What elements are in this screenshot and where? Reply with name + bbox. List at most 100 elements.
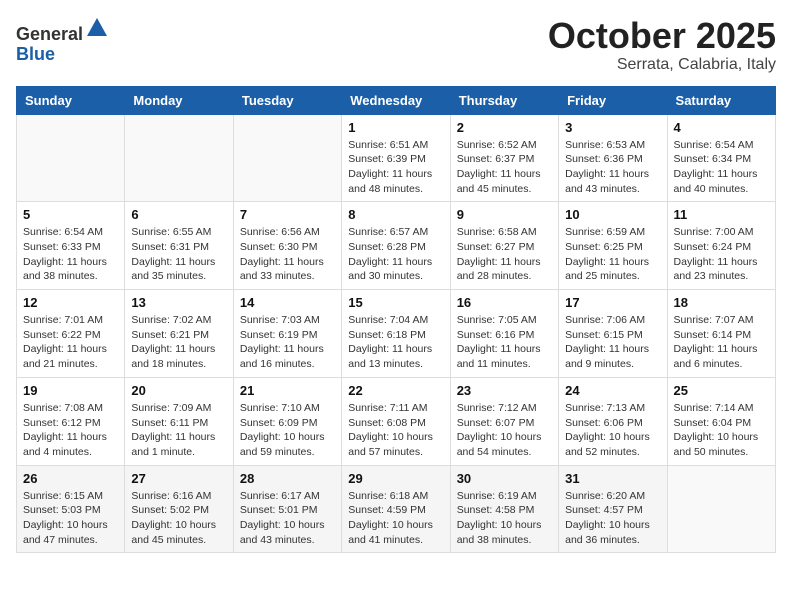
calendar-cell: 14Sunrise: 7:03 AM Sunset: 6:19 PM Dayli… <box>233 290 341 378</box>
day-info: Sunrise: 6:57 AM Sunset: 6:28 PM Dayligh… <box>348 225 443 284</box>
day-number: 19 <box>23 383 118 398</box>
title-block: October 2025 Serrata, Calabria, Italy <box>548 16 776 74</box>
day-info: Sunrise: 6:51 AM Sunset: 6:39 PM Dayligh… <box>348 138 443 197</box>
calendar-week-row: 1 Sunrise: 6:51 AM Sunset: 6:39 PM Daylig… <box>17 114 776 202</box>
day-info: Sunrise: 7:07 AM Sunset: 6:14 PM Dayligh… <box>674 313 769 372</box>
day-number: 23 <box>457 383 552 398</box>
calendar-header-monday: Monday <box>125 86 233 114</box>
day-info: Sunrise: 7:13 AM Sunset: 6:06 PM Dayligh… <box>565 401 660 460</box>
day-info: Sunrise: 7:14 AM Sunset: 6:04 PM Dayligh… <box>674 401 769 460</box>
day-info: Sunrise: 7:11 AM Sunset: 6:08 PM Dayligh… <box>348 401 443 460</box>
day-number: 5 <box>23 207 118 222</box>
calendar-cell: 5 Sunrise: 6:54 AM Sunset: 6:33 PM Daylig… <box>17 202 125 290</box>
day-info: Sunrise: 6:16 AM Sunset: 5:02 PM Dayligh… <box>131 489 226 548</box>
day-number: 20 <box>131 383 226 398</box>
day-info: Sunrise: 7:01 AM Sunset: 6:22 PM Dayligh… <box>23 313 118 372</box>
day-number: 2 <box>457 120 552 135</box>
day-number: 8 <box>348 207 443 222</box>
day-info: Sunrise: 6:54 AM Sunset: 6:34 PM Dayligh… <box>674 138 769 197</box>
calendar-cell: 11 Sunrise: 7:00 AM Sunset: 6:24 PM Dayli… <box>667 202 775 290</box>
calendar-cell: 8 Sunrise: 6:57 AM Sunset: 6:28 PM Daylig… <box>342 202 450 290</box>
day-info: Sunrise: 6:59 AM Sunset: 6:25 PM Dayligh… <box>565 225 660 284</box>
day-number: 22 <box>348 383 443 398</box>
day-info: Sunrise: 6:19 AM Sunset: 4:58 PM Dayligh… <box>457 489 552 548</box>
calendar-cell: 13 Sunrise: 7:02 AM Sunset: 6:21 PM Dayli… <box>125 290 233 378</box>
calendar-cell: 16 Sunrise: 7:05 AM Sunset: 6:16 PM Dayli… <box>450 290 558 378</box>
calendar-cell: 30 Sunrise: 6:19 AM Sunset: 4:58 PM Dayli… <box>450 465 558 553</box>
calendar-cell: 3Sunrise: 6:53 AM Sunset: 6:36 PM Daylig… <box>559 114 667 202</box>
calendar-cell: 23Sunrise: 7:12 AM Sunset: 6:07 PM Dayli… <box>450 377 558 465</box>
day-number: 24 <box>565 383 660 398</box>
day-info: Sunrise: 6:53 AM Sunset: 6:36 PM Dayligh… <box>565 138 660 197</box>
day-number: 1 <box>348 120 443 135</box>
calendar-cell: 19 Sunrise: 7:08 AM Sunset: 6:12 PM Dayli… <box>17 377 125 465</box>
calendar-week-row: 5 Sunrise: 6:54 AM Sunset: 6:33 PM Daylig… <box>17 202 776 290</box>
day-info: Sunrise: 6:56 AM Sunset: 6:30 PM Dayligh… <box>240 225 335 284</box>
calendar-header-wednesday: Wednesday <box>342 86 450 114</box>
day-number: 27 <box>131 471 226 486</box>
calendar-cell: 22 Sunrise: 7:11 AM Sunset: 6:08 PM Dayli… <box>342 377 450 465</box>
calendar-cell: 10 Sunrise: 6:59 AM Sunset: 6:25 PM Dayli… <box>559 202 667 290</box>
day-number: 4 <box>674 120 769 135</box>
day-info: Sunrise: 7:06 AM Sunset: 6:15 PM Dayligh… <box>565 313 660 372</box>
day-info: Sunrise: 7:00 AM Sunset: 6:24 PM Dayligh… <box>674 225 769 284</box>
day-number: 25 <box>674 383 769 398</box>
day-number: 11 <box>674 207 769 222</box>
calendar-header-sunday: Sunday <box>17 86 125 114</box>
calendar-cell: 25 Sunrise: 7:14 AM Sunset: 6:04 PM Dayli… <box>667 377 775 465</box>
day-info: Sunrise: 7:09 AM Sunset: 6:11 PM Dayligh… <box>131 401 226 460</box>
calendar-cell: 31Sunrise: 6:20 AM Sunset: 4:57 PM Dayli… <box>559 465 667 553</box>
day-number: 18 <box>674 295 769 310</box>
calendar-header-row: SundayMondayTuesdayWednesdayThursdayFrid… <box>17 86 776 114</box>
day-info: Sunrise: 7:04 AM Sunset: 6:18 PM Dayligh… <box>348 313 443 372</box>
location: Serrata, Calabria, Italy <box>548 56 776 74</box>
day-info: Sunrise: 7:08 AM Sunset: 6:12 PM Dayligh… <box>23 401 118 460</box>
logo-general: General <box>16 24 83 44</box>
calendar-cell: 15 Sunrise: 7:04 AM Sunset: 6:18 PM Dayli… <box>342 290 450 378</box>
calendar-cell: 26 Sunrise: 6:15 AM Sunset: 5:03 PM Dayli… <box>17 465 125 553</box>
calendar-week-row: 19 Sunrise: 7:08 AM Sunset: 6:12 PM Dayli… <box>17 377 776 465</box>
day-info: Sunrise: 6:18 AM Sunset: 4:59 PM Dayligh… <box>348 489 443 548</box>
day-number: 16 <box>457 295 552 310</box>
day-number: 13 <box>131 295 226 310</box>
calendar-cell <box>233 114 341 202</box>
day-number: 17 <box>565 295 660 310</box>
calendar-cell: 12 Sunrise: 7:01 AM Sunset: 6:22 PM Dayli… <box>17 290 125 378</box>
calendar-cell: 9Sunrise: 6:58 AM Sunset: 6:27 PM Daylig… <box>450 202 558 290</box>
day-number: 6 <box>131 207 226 222</box>
day-number: 10 <box>565 207 660 222</box>
day-number: 12 <box>23 295 118 310</box>
day-number: 28 <box>240 471 335 486</box>
day-number: 26 <box>23 471 118 486</box>
day-number: 9 <box>457 207 552 222</box>
day-info: Sunrise: 6:54 AM Sunset: 6:33 PM Dayligh… <box>23 225 118 284</box>
calendar-header-thursday: Thursday <box>450 86 558 114</box>
day-number: 31 <box>565 471 660 486</box>
logo-icon <box>85 16 109 40</box>
calendar-cell: 27 Sunrise: 6:16 AM Sunset: 5:02 PM Dayli… <box>125 465 233 553</box>
calendar-cell: 18 Sunrise: 7:07 AM Sunset: 6:14 PM Dayli… <box>667 290 775 378</box>
day-number: 7 <box>240 207 335 222</box>
calendar-cell: 29 Sunrise: 6:18 AM Sunset: 4:59 PM Dayli… <box>342 465 450 553</box>
day-number: 30 <box>457 471 552 486</box>
calendar-header-tuesday: Tuesday <box>233 86 341 114</box>
calendar-cell: 6 Sunrise: 6:55 AM Sunset: 6:31 PM Daylig… <box>125 202 233 290</box>
logo: General Blue <box>16 16 109 65</box>
day-info: Sunrise: 7:02 AM Sunset: 6:21 PM Dayligh… <box>131 313 226 372</box>
calendar-cell <box>125 114 233 202</box>
day-info: Sunrise: 6:55 AM Sunset: 6:31 PM Dayligh… <box>131 225 226 284</box>
day-number: 29 <box>348 471 443 486</box>
calendar-cell: 7 Sunrise: 6:56 AM Sunset: 6:30 PM Daylig… <box>233 202 341 290</box>
month-title: October 2025 <box>548 16 776 56</box>
day-info: Sunrise: 7:05 AM Sunset: 6:16 PM Dayligh… <box>457 313 552 372</box>
page-header: General Blue October 2025 Serrata, Calab… <box>16 16 776 74</box>
day-number: 14 <box>240 295 335 310</box>
day-number: 15 <box>348 295 443 310</box>
calendar-cell: 17 Sunrise: 7:06 AM Sunset: 6:15 PM Dayli… <box>559 290 667 378</box>
calendar-cell: 24 Sunrise: 7:13 AM Sunset: 6:06 PM Dayli… <box>559 377 667 465</box>
day-info: Sunrise: 6:15 AM Sunset: 5:03 PM Dayligh… <box>23 489 118 548</box>
day-info: Sunrise: 6:52 AM Sunset: 6:37 PM Dayligh… <box>457 138 552 197</box>
calendar-week-row: 26 Sunrise: 6:15 AM Sunset: 5:03 PM Dayli… <box>17 465 776 553</box>
calendar-week-row: 12 Sunrise: 7:01 AM Sunset: 6:22 PM Dayli… <box>17 290 776 378</box>
day-info: Sunrise: 6:17 AM Sunset: 5:01 PM Dayligh… <box>240 489 335 548</box>
